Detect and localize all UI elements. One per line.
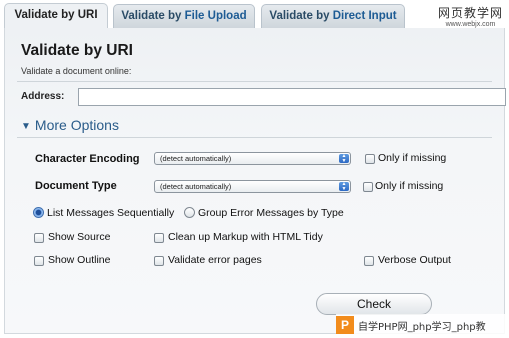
tab-label-prefix: Validate by <box>121 10 185 22</box>
character-encoding-select[interactable]: (detect automatically) ▲ ▼ <box>154 152 351 165</box>
tab-label-highlight: File Upload <box>184 10 247 22</box>
encoding-only-if-missing-checkbox[interactable] <box>365 154 375 164</box>
tab-validate-by-uri[interactable]: Validate by URI <box>4 3 108 29</box>
document-type-select[interactable]: (detect automatically) ▲ ▼ <box>154 180 351 193</box>
character-encoding-label: Character Encoding <box>35 153 140 165</box>
list-sequentially-label: List Messages Sequentially <box>47 207 175 219</box>
watermark-bottom: P 自学PHP网_php学习_php教 <box>336 314 506 336</box>
check-button[interactable]: Check <box>316 293 432 315</box>
page-subtitle: Validate a document online: <box>21 66 132 76</box>
character-encoding-value: (detect automatically) <box>160 154 232 163</box>
doctype-only-if-missing-checkbox[interactable] <box>363 182 373 192</box>
more-options-toggle[interactable]: ▼ More Options <box>21 117 119 133</box>
validate-error-pages-label: Validate error pages <box>168 254 262 266</box>
more-options-label: More Options <box>34 117 119 133</box>
clean-up-markup-label: Clean up Markup with HTML Tidy <box>168 231 323 243</box>
select-arrows-icon: ▲ ▼ <box>339 154 349 163</box>
tab-validate-by-file-upload[interactable]: Validate by File Upload <box>113 4 255 28</box>
tab-bar: Validate by URI Validate by File Upload … <box>0 0 509 29</box>
watermark-url: www.webjx.com <box>445 21 496 28</box>
validate-error-pages-checkbox[interactable] <box>154 256 164 266</box>
tab-label-highlight: Direct Input <box>332 10 397 22</box>
page-title: Validate by URI <box>21 42 133 59</box>
validate-panel: Validate by URI Validate a document onli… <box>4 28 506 334</box>
show-outline-checkbox[interactable] <box>34 256 44 266</box>
watermark-bottom-text: 自学PHP网_php学习_php教 <box>358 321 486 333</box>
watermark-title: 网页教学网 <box>437 6 503 20</box>
tab-label-prefix: Validate by <box>14 9 78 21</box>
doctype-only-if-missing-label: Only if missing <box>375 180 444 192</box>
group-by-type-radio[interactable] <box>184 207 195 218</box>
verbose-output-label: Verbose Output <box>378 254 451 266</box>
clean-up-markup-checkbox[interactable] <box>154 233 164 243</box>
tab-label-prefix: Validate by <box>269 10 333 22</box>
encoding-only-if-missing-label: Only if missing <box>378 152 447 164</box>
show-source-label: Show Source <box>48 231 111 243</box>
disclosure-triangle-icon: ▼ <box>21 121 31 132</box>
document-type-value: (detect automatically) <box>160 182 232 191</box>
address-label: Address: <box>21 91 65 102</box>
tab-label-highlight: URI <box>77 9 98 21</box>
address-input[interactable] <box>78 88 506 106</box>
watermark-top: 网页教学网 www.webjx.com <box>438 4 503 28</box>
divider <box>17 81 492 82</box>
divider <box>17 137 492 138</box>
list-sequentially-radio[interactable] <box>33 207 44 218</box>
php-logo-icon: P <box>336 316 354 334</box>
verbose-output-checkbox[interactable] <box>364 256 374 266</box>
tab-validate-by-direct-input[interactable]: Validate by Direct Input <box>261 4 405 28</box>
select-arrows-icon: ▲ ▼ <box>339 182 349 191</box>
document-type-label: Document Type <box>35 180 117 192</box>
group-by-type-label: Group Error Messages by Type <box>198 207 344 219</box>
show-source-checkbox[interactable] <box>34 233 44 243</box>
show-outline-label: Show Outline <box>48 254 111 266</box>
